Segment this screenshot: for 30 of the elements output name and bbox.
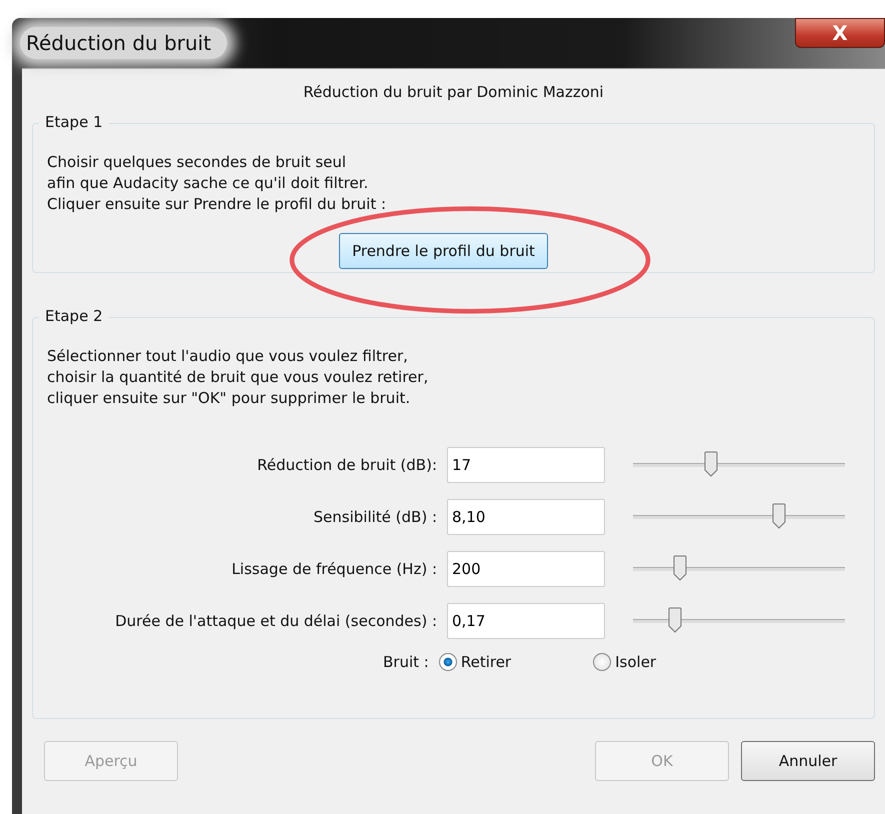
value-field[interactable]: 0,17 xyxy=(447,603,605,639)
radio-icon[interactable] xyxy=(593,653,612,671)
slider-thumb[interactable] xyxy=(704,451,718,477)
dialog-heading: Réduction du bruit par Dominic Mazzoni xyxy=(302,82,605,103)
noise-label: Bruit : xyxy=(383,653,430,671)
radio-icon[interactable] xyxy=(438,653,457,671)
radio-option[interactable]: Isoler xyxy=(593,653,656,671)
value-field[interactable]: 8,10 xyxy=(447,499,605,535)
slider-thumb[interactable] xyxy=(772,503,786,529)
slider-thumb[interactable] xyxy=(672,555,687,581)
slider-track[interactable] xyxy=(633,503,845,531)
instruction-text: Sélectionner tout l'audio que vous voulez filtrer, choisir la quantité de bruit que vous voulez retirer, cliquer ensuite sur "OK" pour supprimer le bruit. xyxy=(47,346,430,409)
slider-track[interactable] xyxy=(633,451,845,479)
radio-option[interactable]: Retirer xyxy=(438,653,512,671)
close-button[interactable]: X xyxy=(795,18,885,48)
window-title: Réduction du bruit xyxy=(20,27,228,59)
value-field[interactable]: 200 xyxy=(447,551,605,587)
group-title: Etape 2 xyxy=(39,307,109,325)
instruction-text: Choisir quelques secondes de bruit seul afin que Audacity sache ce qu'il doit filtrer. Cliquer ensuite sur Prendre le profil du bruit : xyxy=(47,152,388,215)
noise-profile-button[interactable]: Prendre le profil du bruit xyxy=(339,233,548,269)
setting-label: Durée de l'attaque et du délai (secondes) : xyxy=(114,612,438,630)
group-title: Etape 1 xyxy=(39,113,109,131)
setting-label: Sensibilité (dB) : xyxy=(312,508,438,526)
setting-label: Lissage de fréquence (Hz) : xyxy=(230,560,438,578)
setting-label: Réduction de bruit (dB): xyxy=(256,456,438,474)
value-field[interactable]: 17 xyxy=(447,447,605,483)
dialog-button[interactable]: Annuler xyxy=(741,741,875,781)
slider-thumb[interactable] xyxy=(668,607,682,633)
slider-track[interactable] xyxy=(633,607,845,635)
slider-track[interactable] xyxy=(633,555,845,583)
